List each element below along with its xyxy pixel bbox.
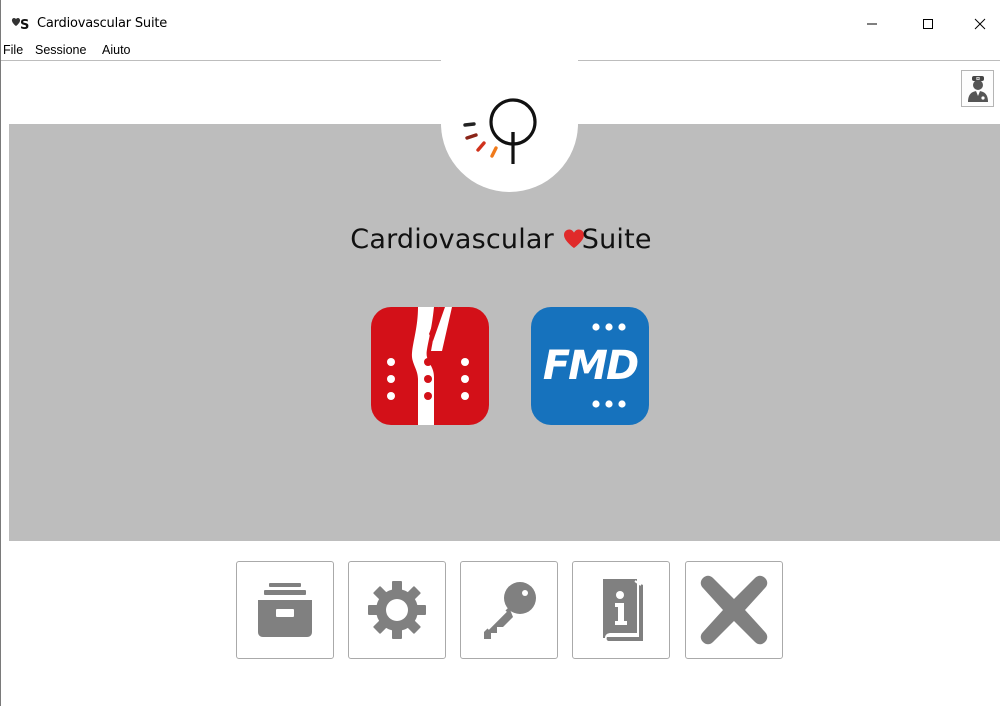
info-book-icon (603, 579, 643, 641)
maximize-button[interactable] (905, 8, 951, 40)
doctor-icon (967, 75, 988, 102)
close-icon (974, 18, 986, 30)
minimize-icon (867, 23, 877, 25)
archive-button[interactable] (236, 561, 334, 659)
maximize-icon (923, 19, 933, 29)
menu-sessione[interactable]: Sessione (35, 43, 86, 57)
carotid-artery-icon (387, 307, 469, 425)
user-profile-button[interactable] (961, 70, 994, 107)
archive-drawer-icon (258, 583, 312, 637)
app-window: S Cardiovascular Suite File Sessione Aiu… (0, 0, 1000, 706)
window-title: Cardiovascular Suite (37, 16, 168, 31)
license-button[interactable] (460, 561, 558, 659)
heart-s-logo-icon: S (11, 17, 29, 32)
svg-text:S: S (20, 18, 29, 32)
settings-button[interactable] (348, 561, 446, 659)
carotid-app-button[interactable] (371, 307, 489, 425)
title-bar[interactable]: S Cardiovascular Suite (1, 0, 1000, 44)
minimize-button[interactable] (849, 8, 895, 40)
manual-button[interactable] (572, 561, 670, 659)
close-x-icon (700, 575, 768, 645)
cardiovascular-suite-logo (463, 98, 537, 164)
fmd-label: FMD (543, 343, 638, 389)
fmd-app-button[interactable]: FMD (531, 307, 649, 425)
menu-file[interactable]: File (3, 43, 23, 57)
gear-icon (368, 581, 426, 639)
menu-aiuto[interactable]: Aiuto (102, 43, 131, 57)
close-window-button[interactable] (957, 8, 1000, 40)
logo-badge (441, 52, 578, 192)
fmd-icon: FMD (543, 323, 640, 408)
key-icon (484, 582, 536, 639)
app-name-part2: Suite (581, 224, 652, 255)
exit-button[interactable] (685, 561, 783, 659)
app-name-heading: Cardiovascular Suite (1, 224, 1000, 255)
app-name-part1: Cardiovascular (350, 224, 554, 255)
